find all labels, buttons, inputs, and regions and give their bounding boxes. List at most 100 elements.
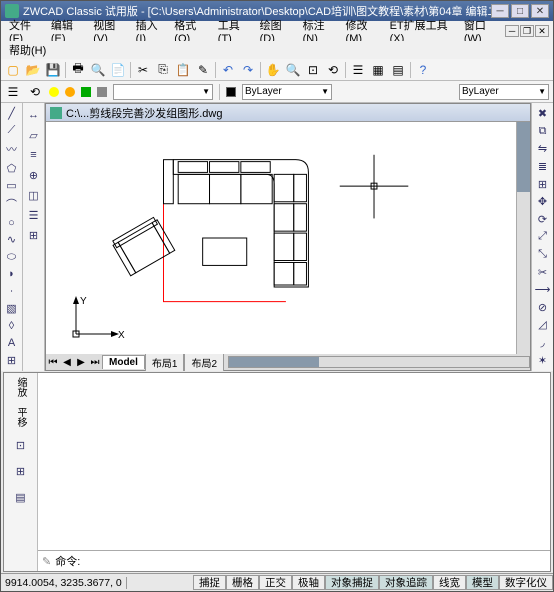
mdi-close[interactable]: ✕ — [535, 25, 549, 37]
area-icon[interactable]: ▱ — [26, 127, 42, 143]
tab-model[interactable]: Model — [102, 355, 145, 369]
table2-icon[interactable]: ⊞ — [26, 227, 42, 243]
ltype-combo[interactable]: ByLayer ▼ — [459, 84, 549, 100]
cmd-zoom-label[interactable]: 缩放 — [13, 377, 28, 397]
dist-icon[interactable]: ↔ — [26, 107, 42, 123]
layer-combo[interactable]: ▼ — [113, 84, 213, 100]
status-正交[interactable]: 正交 — [259, 575, 292, 590]
list-icon[interactable]: ≡ — [26, 147, 42, 163]
open-icon[interactable]: 📂 — [25, 62, 41, 78]
new-icon[interactable]: ▢ — [5, 62, 21, 78]
block-icon[interactable]: ◫ — [26, 187, 42, 203]
tab-layout1[interactable]: 布局1 — [145, 353, 185, 371]
status-对象追踪[interactable]: 对象追踪 — [379, 575, 433, 590]
status-数字化仪[interactable]: 数字化仪 — [499, 575, 553, 590]
maximize-button[interactable]: □ — [511, 4, 529, 18]
cmd-tool1-icon[interactable]: ⊡ — [13, 437, 29, 453]
undo-icon[interactable]: ↶ — [220, 62, 236, 78]
tp-icon[interactable]: ▤ — [390, 62, 406, 78]
ellipse-icon[interactable]: ⬭ — [4, 250, 20, 263]
tab-last-icon[interactable]: ⏭ — [88, 357, 102, 368]
trim-icon[interactable]: ✂ — [535, 265, 551, 279]
fillet-icon[interactable]: ◞ — [535, 336, 551, 350]
mtext-icon[interactable]: A — [4, 337, 20, 350]
drawing-canvas[interactable]: Y X — [46, 122, 516, 354]
hatch-icon[interactable]: ▧ — [4, 302, 20, 315]
array-icon[interactable]: ⊞ — [535, 177, 551, 191]
ellipsearc-icon[interactable]: ◗ — [4, 268, 20, 281]
mirror-icon[interactable]: ⇋ — [535, 142, 551, 156]
horizontal-scrollbar[interactable] — [228, 356, 530, 368]
publish-icon[interactable]: 📄 — [110, 62, 126, 78]
cut-icon[interactable]: ✂ — [135, 62, 151, 78]
cmd-pan-label[interactable]: 平移 — [13, 407, 28, 427]
break-icon[interactable]: ⊘ — [535, 301, 551, 315]
layer-lock-icon[interactable] — [81, 87, 91, 97]
layer-on-icon[interactable] — [49, 87, 59, 97]
layer-mgr-icon[interactable]: ☰ — [5, 84, 21, 100]
scale-icon[interactable]: ⤢ — [535, 230, 551, 244]
dc-icon[interactable]: ▦ — [370, 62, 386, 78]
tab-layout2[interactable]: 布局2 — [184, 353, 224, 371]
status-对象捕捉[interactable]: 对象捕捉 — [325, 575, 379, 590]
zoom-prev-icon[interactable]: ⟲ — [325, 62, 341, 78]
rect-icon[interactable]: ▭ — [4, 179, 20, 192]
status-捕捉[interactable]: 捕捉 — [193, 575, 226, 590]
redo-icon[interactable]: ↷ — [240, 62, 256, 78]
save-icon[interactable]: 💾 — [45, 62, 61, 78]
rotate-icon[interactable]: ⟳ — [535, 213, 551, 227]
copy-obj-icon[interactable]: ⧉ — [535, 125, 551, 139]
vertical-scrollbar[interactable] — [516, 122, 530, 354]
zoom-win-icon[interactable]: ⊡ — [305, 62, 321, 78]
status-极轴[interactable]: 极轴 — [292, 575, 325, 590]
stretch-icon[interactable]: ⤡ — [535, 248, 551, 262]
layer-freeze-icon[interactable] — [65, 87, 75, 97]
xline-icon[interactable]: ⟋ — [4, 124, 20, 137]
status-bar: 9914.0054, 3235.3677, 0 捕捉栅格正交极轴对象捕捉对象追踪… — [1, 573, 553, 591]
mdi-restore[interactable]: ❐ — [520, 25, 534, 37]
pline-icon[interactable]: 〰 — [4, 141, 20, 157]
spline-icon[interactable]: ∿ — [4, 233, 20, 246]
explode-icon[interactable]: ✶ — [535, 353, 551, 367]
print-icon[interactable]: 🖶 — [70, 62, 86, 78]
command-input[interactable]: ✎命令: — [38, 550, 550, 571]
line-icon[interactable]: ╱ — [4, 107, 20, 120]
paste-icon[interactable]: 📋 — [175, 62, 191, 78]
polygon-icon[interactable]: ⬠ — [4, 161, 20, 174]
chamfer-icon[interactable]: ◿ — [535, 318, 551, 332]
layer-prev-icon[interactable]: ⟲ — [27, 84, 43, 100]
color-swatch[interactable] — [226, 87, 236, 97]
tab-first-icon[interactable]: ⏮ — [46, 357, 60, 368]
pan-icon[interactable]: ✋ — [265, 62, 281, 78]
point-icon[interactable]: ∙ — [4, 285, 20, 298]
command-history[interactable] — [38, 373, 550, 550]
cmd-tool2-icon[interactable]: ⊞ — [13, 463, 29, 479]
cmd-tool3-icon[interactable]: ▤ — [13, 489, 29, 505]
status-模型[interactable]: 模型 — [466, 575, 499, 590]
mdi-minimize[interactable]: ─ — [505, 25, 519, 37]
id-icon[interactable]: ⊕ — [26, 167, 42, 183]
layers-icon[interactable]: ☰ — [26, 207, 42, 223]
circle-icon[interactable]: ○ — [4, 216, 20, 229]
move-icon[interactable]: ✥ — [535, 195, 551, 209]
tab-prev-icon[interactable]: ◀ — [60, 357, 74, 368]
status-线宽[interactable]: 线宽 — [433, 575, 466, 590]
offset-icon[interactable]: ≣ — [535, 160, 551, 174]
copy-icon[interactable]: ⎘ — [155, 62, 171, 78]
table-icon[interactable]: ⊞ — [4, 354, 20, 367]
erase-icon[interactable]: ✖ — [535, 107, 551, 121]
props-icon[interactable]: ☰ — [350, 62, 366, 78]
color-combo[interactable]: ByLayer ▼ — [242, 84, 332, 100]
menu-help[interactable]: 帮助(H) — [5, 40, 50, 60]
zoom-rt-icon[interactable]: 🔍 — [285, 62, 301, 78]
region-icon[interactable]: ◊ — [4, 319, 20, 332]
help-icon[interactable]: ? — [415, 62, 431, 78]
preview-icon[interactable]: 🔍 — [90, 62, 106, 78]
tab-next-icon[interactable]: ▶ — [74, 357, 88, 368]
close-button[interactable]: ✕ — [531, 4, 549, 18]
status-栅格[interactable]: 栅格 — [226, 575, 259, 590]
match-icon[interactable]: ✎ — [195, 62, 211, 78]
arc-icon[interactable]: ⌒ — [4, 196, 20, 212]
extend-icon[interactable]: ⟶ — [535, 283, 551, 297]
layer-color-icon[interactable] — [97, 87, 107, 97]
